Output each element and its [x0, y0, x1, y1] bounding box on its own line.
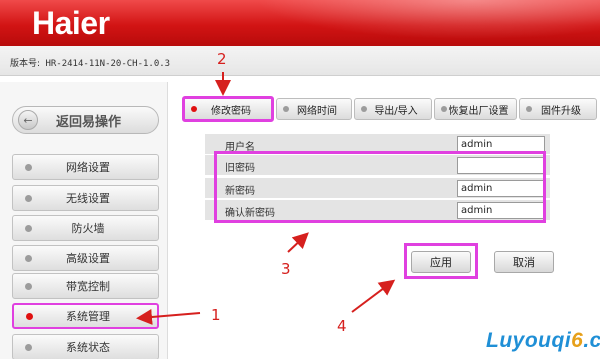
- tab-label: 网络时间: [297, 105, 337, 117]
- sidebar-item-label: 系统管理: [66, 310, 110, 323]
- back-arrow-icon: ←: [18, 110, 38, 130]
- haier-logo: Haier: [32, 5, 110, 41]
- bullet-icon: [25, 254, 32, 262]
- sidebar-item-advanced-settings[interactable]: 高级设置: [12, 245, 159, 271]
- sidebar-item-bandwidth-control[interactable]: 带宽控制: [12, 273, 159, 299]
- watermark-part-1: Luyouqi: [486, 329, 572, 352]
- tab-label: 导出/导入: [374, 105, 418, 117]
- sidebar-item-wireless-settings[interactable]: 无线设置: [12, 185, 159, 211]
- sidebar-item-system-management[interactable]: 系统管理: [12, 303, 159, 329]
- watermark-part-2: 6: [571, 329, 584, 352]
- tab-firmware-upgrade[interactable]: 固件升级: [519, 98, 597, 120]
- version-value: HR-2414-11N-20-CH-1.0.3: [45, 59, 171, 69]
- tab-factory-reset[interactable]: 恢复出厂设置: [434, 98, 517, 120]
- tab-network-time[interactable]: 网络时间: [276, 98, 352, 120]
- sidebar-item-label: 系统状态: [66, 341, 110, 354]
- firmware-version: 版本号: HR-2414-11N-20-CH-1.0.3: [10, 56, 170, 69]
- back-to-easy-mode-button[interactable]: ← 返回易操作: [12, 106, 159, 134]
- sidebar-item-label: 带宽控制: [66, 280, 110, 293]
- tab-label: 固件升级: [541, 105, 581, 117]
- sidebar-item-label: 无线设置: [66, 192, 110, 205]
- bullet-icon: [26, 312, 33, 320]
- tab-change-password[interactable]: 修改密码: [182, 96, 274, 122]
- back-button-label: 返回易操作: [56, 114, 122, 130]
- bullet-icon: [25, 282, 32, 290]
- step-number-1: 1: [211, 306, 221, 324]
- sidebar-item-label: 防火墙: [71, 222, 105, 235]
- sidebar-item-label: 网络设置: [66, 161, 110, 174]
- tab-export-import[interactable]: 导出/导入: [354, 98, 432, 120]
- bullet-icon: [25, 224, 32, 232]
- step-number-4: 4: [337, 317, 347, 335]
- app-header: Haier: [0, 0, 600, 46]
- sidebar-item-system-status[interactable]: 系统状态: [12, 334, 159, 359]
- site-watermark: Luyouqi6.cn: [486, 329, 600, 353]
- version-label: 版本号:: [10, 59, 41, 69]
- bullet-icon: [25, 163, 32, 171]
- header-gloss: [220, 0, 600, 46]
- sidebar-item-firewall[interactable]: 防火墙: [12, 215, 159, 241]
- step-number-3: 3: [281, 260, 291, 278]
- watermark-part-3: .cn: [583, 329, 600, 352]
- sidebar-item-network-settings[interactable]: 网络设置: [12, 154, 159, 180]
- cancel-button[interactable]: 取消: [494, 251, 554, 273]
- sidebar-item-label: 高级设置: [66, 252, 110, 265]
- tab-label: 恢复出厂设置: [448, 105, 509, 117]
- bullet-icon: [25, 194, 32, 202]
- step-number-2: 2: [217, 50, 227, 68]
- apply-button[interactable]: 应用: [411, 251, 471, 273]
- password-fields-highlight: [214, 151, 546, 223]
- bullet-icon: [25, 343, 32, 351]
- tab-label: 修改密码: [211, 105, 251, 117]
